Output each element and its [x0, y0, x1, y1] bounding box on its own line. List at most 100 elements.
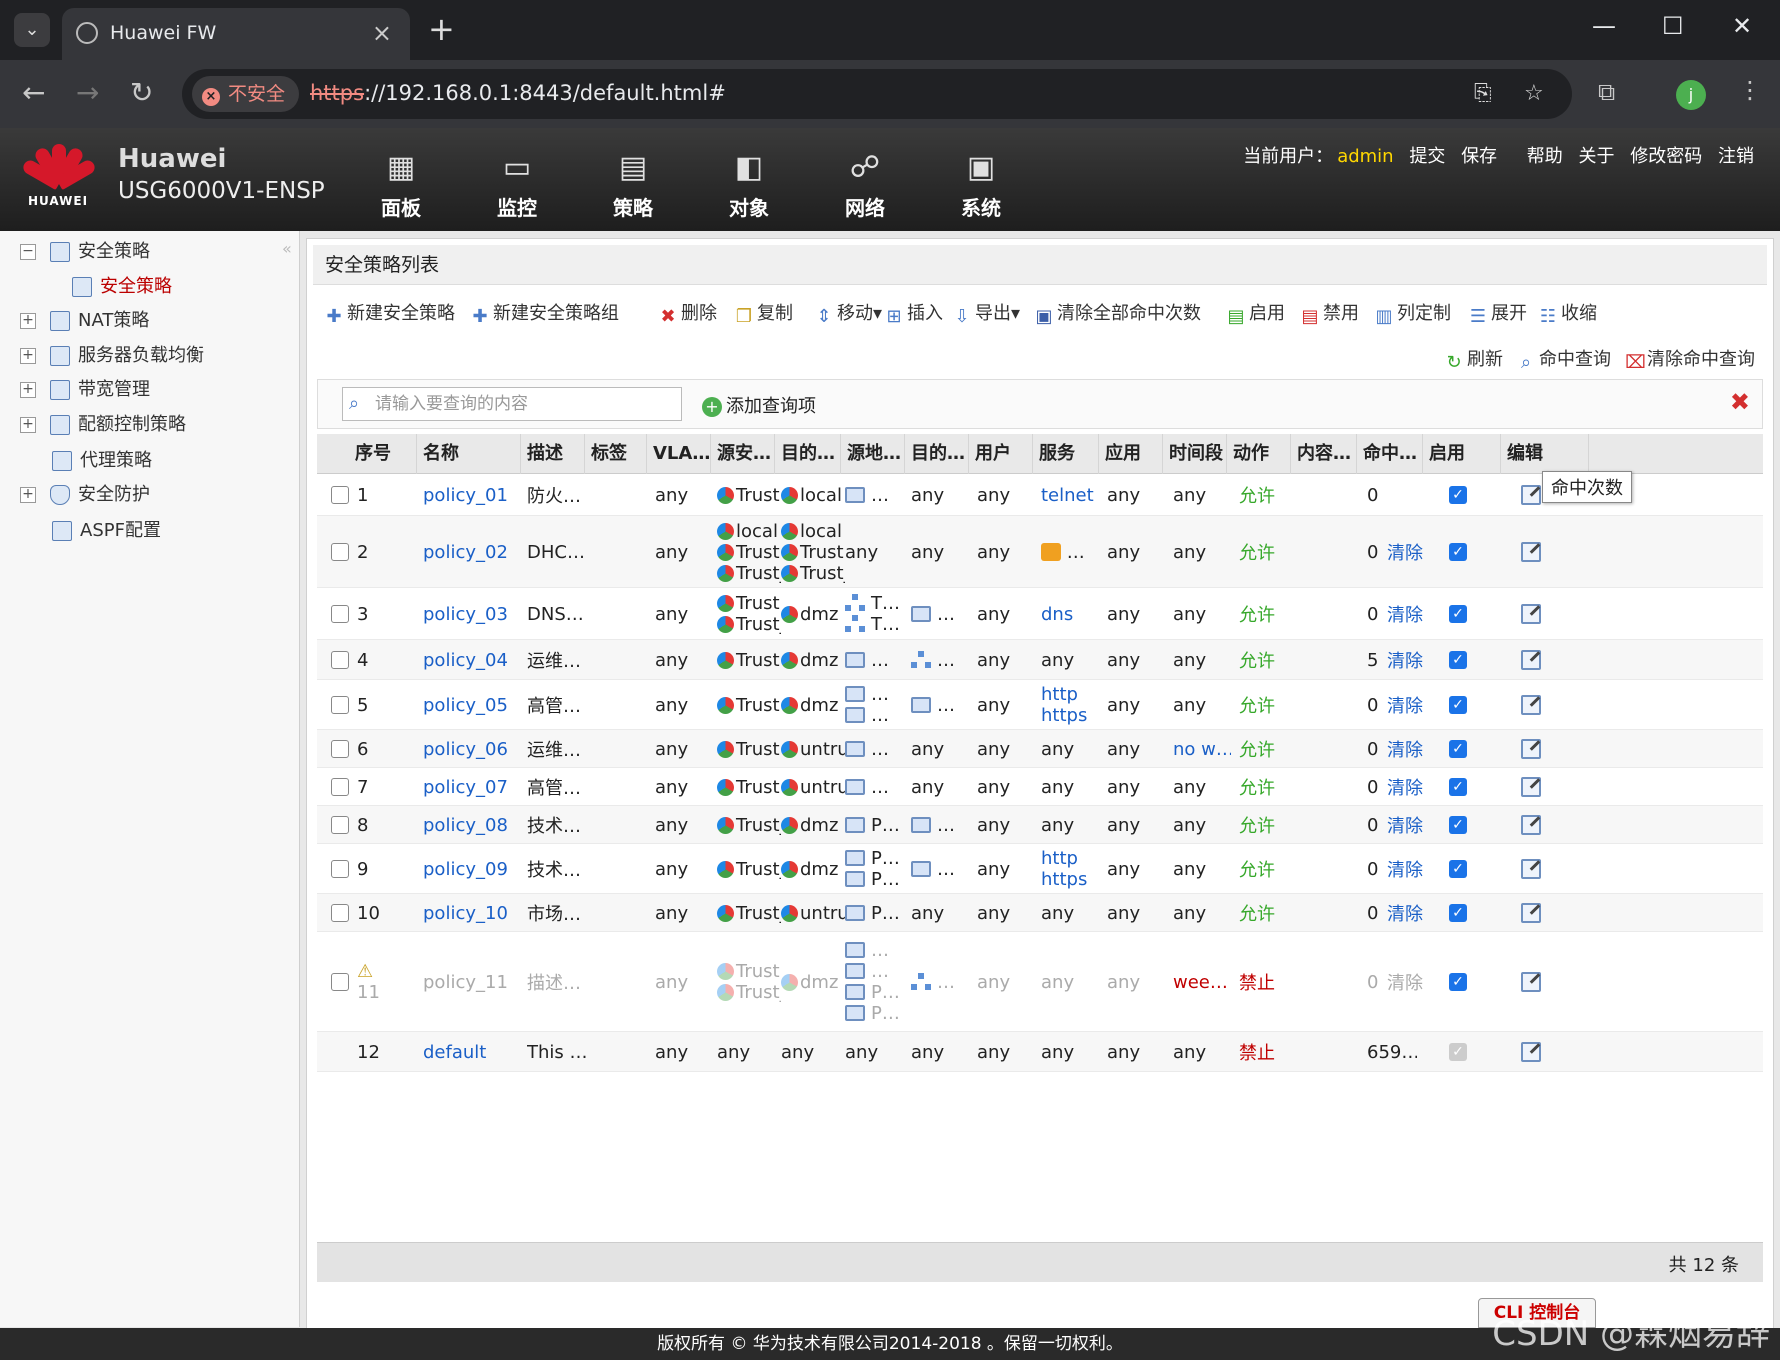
tab-search-button[interactable]: ⌄: [14, 13, 50, 47]
policy-name-link[interactable]: policy_01: [423, 485, 523, 506]
cell-clear[interactable]: 清除: [1387, 932, 1431, 1032]
row-select[interactable]: [331, 768, 353, 806]
column-header[interactable]: 启用: [1423, 434, 1501, 474]
column-header[interactable]: 源地…: [841, 434, 905, 474]
url-text[interactable]: https://192.168.0.1:8443/default.html#: [310, 81, 726, 105]
row-checkbox[interactable]: [331, 740, 349, 758]
help-link[interactable]: 帮助: [1527, 146, 1563, 167]
column-header[interactable]: 时间段: [1163, 434, 1227, 474]
collapse-sidebar-icon[interactable]: «: [282, 239, 292, 258]
cell-enabled[interactable]: ✓: [1449, 844, 1473, 894]
sidebar-item-nat[interactable]: + NAT策略: [20, 306, 149, 336]
clear-hits-link[interactable]: 清除: [1387, 969, 1431, 995]
address-bar[interactable]: × 不安全 https://192.168.0.1:8443/default.ht…: [182, 69, 1572, 119]
cell-enabled[interactable]: ✓: [1449, 640, 1473, 680]
edit-icon[interactable]: [1521, 1042, 1541, 1062]
new-policy-group-button[interactable]: ✚ 新建安全策略组: [471, 299, 619, 326]
sidebar-item-security-policy[interactable]: 安全策略: [72, 272, 172, 302]
cell-name[interactable]: policy_03: [423, 588, 523, 640]
cell-enabled[interactable]: ✓: [1449, 1032, 1473, 1072]
sidebar-item-proxy[interactable]: 代理策略: [52, 446, 152, 476]
search-input[interactable]: ⌕ 请输入要查询的内容: [342, 387, 682, 421]
policy-name-link[interactable]: policy_07: [423, 777, 523, 798]
browser-tab[interactable]: Huawei FW ×: [62, 8, 410, 60]
maximize-button[interactable]: ☐: [1662, 12, 1684, 40]
cell-enabled[interactable]: ✓: [1449, 588, 1473, 640]
enabled-checkbox[interactable]: ✓: [1449, 486, 1467, 504]
bookmark-star-icon[interactable]: ☆: [1524, 81, 1544, 106]
cell-clear[interactable]: 清除: [1387, 768, 1431, 806]
edit-icon[interactable]: [1521, 777, 1541, 797]
clear-hit-query-button[interactable]: ⌧清除命中查询: [1625, 345, 1755, 372]
save-link[interactable]: 保存: [1461, 146, 1497, 167]
refresh-button[interactable]: ↻ 刷新: [1445, 345, 1503, 372]
policy-name-link[interactable]: policy_02: [423, 542, 523, 563]
translate-icon[interactable]: ⎘: [1474, 81, 1492, 106]
clear-all-hits-button[interactable]: ▣ 清除全部命中次数: [1035, 299, 1201, 326]
edit-icon[interactable]: [1521, 739, 1541, 759]
cell-enabled[interactable]: ✓: [1449, 768, 1473, 806]
cell-edit[interactable]: [1521, 680, 1547, 730]
enable-button[interactable]: ▤ 启用: [1227, 299, 1285, 326]
table-row[interactable]: 12 default This … any any any any any any any any a…: [317, 1032, 1763, 1072]
enabled-checkbox[interactable]: ✓: [1449, 651, 1467, 669]
row-checkbox[interactable]: [331, 973, 349, 991]
enabled-checkbox[interactable]: ✓: [1449, 696, 1467, 714]
column-header[interactable]: 目的…: [905, 434, 969, 474]
disable-button[interactable]: ▤ 禁用: [1301, 299, 1359, 326]
cell-name[interactable]: default: [423, 1032, 523, 1072]
table-row[interactable]: 5 policy_05 高管… any Trust dmz……… any http https a…: [317, 680, 1763, 730]
column-header[interactable]: 标签: [585, 434, 647, 474]
clear-hits-link[interactable]: 清除: [1387, 856, 1431, 882]
sidebar-item-aspf[interactable]: ASPF配置: [52, 516, 161, 546]
cell-edit[interactable]: [1521, 730, 1547, 768]
cell-enabled[interactable]: ✓: [1449, 932, 1473, 1032]
nav-monitor[interactable]: ▭ 监控: [477, 148, 557, 221]
row-select[interactable]: [331, 588, 353, 640]
row-select[interactable]: [331, 640, 353, 680]
forward-button[interactable]: →: [76, 76, 99, 109]
nav-policy[interactable]: ▤ 策略: [593, 148, 673, 221]
security-chip[interactable]: × 不安全: [192, 76, 300, 112]
row-checkbox[interactable]: [331, 778, 349, 796]
column-header[interactable]: 应用: [1099, 434, 1163, 474]
nav-network[interactable]: ☍ 网络: [825, 148, 905, 221]
row-checkbox[interactable]: [331, 904, 349, 922]
reload-button[interactable]: ↻: [130, 76, 153, 109]
row-select[interactable]: [331, 474, 353, 516]
export-button[interactable]: ⇩ 导出▾: [953, 299, 1020, 326]
cell-enabled[interactable]: ✓: [1449, 730, 1473, 768]
policy-name-link[interactable]: policy_10: [423, 903, 523, 924]
submit-link[interactable]: 提交: [1409, 146, 1445, 167]
enabled-checkbox[interactable]: ✓: [1449, 860, 1467, 878]
edit-icon[interactable]: [1521, 485, 1541, 505]
policy-name-link[interactable]: policy_05: [423, 695, 523, 716]
policy-name-link[interactable]: default: [423, 1042, 523, 1063]
table-row[interactable]: 8 policy_08技术… any Trust_ dmz P… … any any any any…: [317, 806, 1763, 844]
column-header[interactable]: 序号: [349, 434, 417, 474]
edit-icon[interactable]: [1521, 695, 1541, 715]
sidebar-item-security-policy-group[interactable]: − 安全策略: [20, 237, 150, 267]
cell-edit[interactable]: [1521, 844, 1547, 894]
collapse-button[interactable]: ☷ 收缩: [1539, 299, 1597, 326]
column-header[interactable]: 用户: [969, 434, 1033, 474]
profile-avatar[interactable]: j: [1676, 80, 1706, 110]
cell-edit[interactable]: [1521, 1032, 1547, 1072]
cell-edit[interactable]: [1521, 894, 1547, 932]
row-select[interactable]: [331, 844, 353, 894]
cell-clear[interactable]: 清除: [1387, 806, 1431, 844]
row-checkbox[interactable]: [331, 696, 349, 714]
cell-clear[interactable]: [1387, 1032, 1431, 1072]
service-link[interactable]: https: [1041, 869, 1087, 890]
edit-icon[interactable]: [1521, 542, 1541, 562]
cell-clear[interactable]: 清除: [1387, 640, 1431, 680]
enabled-checkbox[interactable]: ✓: [1449, 778, 1467, 796]
row-checkbox[interactable]: [331, 651, 349, 669]
row-checkbox[interactable]: [331, 486, 349, 504]
column-header[interactable]: 服务: [1033, 434, 1099, 474]
policy-name-link[interactable]: policy_08: [423, 815, 523, 836]
clear-hits-link[interactable]: 清除: [1387, 692, 1431, 718]
collapse-icon[interactable]: −: [20, 244, 36, 260]
sidebar-item-quota[interactable]: + 配额控制策略: [20, 410, 186, 440]
table-row[interactable]: 4 policy_04 运维… any Trust dmz … … any any any any 允许…: [317, 640, 1763, 680]
